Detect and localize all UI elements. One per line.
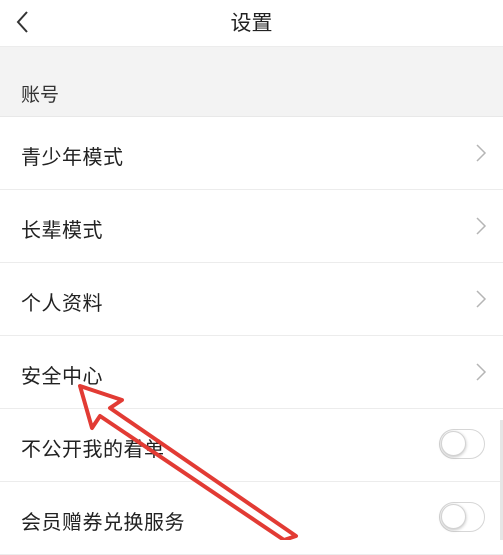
row-label: 青少年模式 xyxy=(21,145,124,169)
chevron-right-icon xyxy=(476,144,487,162)
section-spacer xyxy=(0,47,503,67)
page-title: 设置 xyxy=(230,11,273,35)
chevron-right-icon xyxy=(476,290,487,308)
row-label: 不公开我的看单 xyxy=(21,437,165,461)
row-label: 个人资料 xyxy=(21,291,103,315)
section-header: 账号 xyxy=(0,67,503,117)
chevron-right-icon xyxy=(476,363,487,381)
settings-row-hide-watchlist: 不公开我的看单 xyxy=(0,409,503,482)
settings-row-profile[interactable]: 个人资料 xyxy=(0,263,503,336)
row-label: 安全中心 xyxy=(21,364,103,388)
settings-row-elder-mode[interactable]: 长辈模式 xyxy=(0,190,503,263)
settings-row-voucher-exchange: 会员赠券兑换服务 xyxy=(0,482,503,555)
toggle-knob xyxy=(441,504,466,529)
settings-row-teen-mode[interactable]: 青少年模式 xyxy=(0,117,503,190)
row-label: 会员赠券兑换服务 xyxy=(21,510,185,534)
top-bar: 设置 xyxy=(0,0,503,47)
chevron-right-icon xyxy=(476,217,487,235)
voucher-exchange-toggle[interactable] xyxy=(439,502,485,532)
hide-watchlist-toggle[interactable] xyxy=(439,429,485,459)
toggle-knob xyxy=(441,431,466,456)
row-label: 长辈模式 xyxy=(21,218,103,242)
section-title-account: 账号 xyxy=(21,84,60,106)
settings-row-security-center[interactable]: 安全中心 xyxy=(0,336,503,409)
